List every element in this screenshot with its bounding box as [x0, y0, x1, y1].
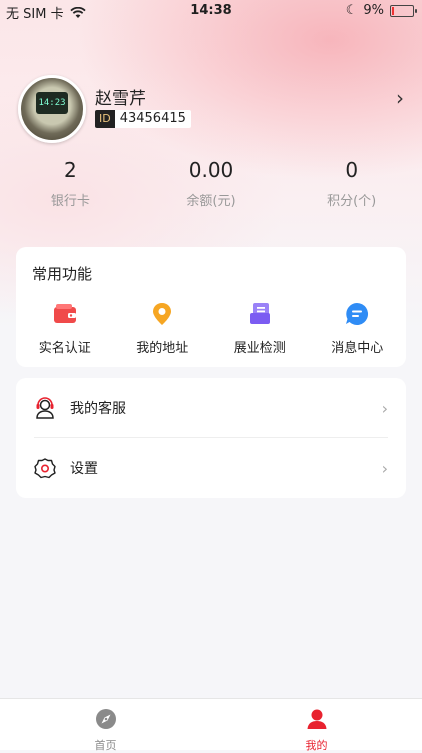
chevron-right-icon: ›	[381, 398, 388, 418]
common-functions-title: 常用功能	[32, 265, 93, 283]
func-real-name-auth[interactable]: 实名认证	[16, 301, 114, 356]
func-my-address[interactable]: 我的地址	[114, 301, 212, 356]
avatar-screen-text: 14:23	[36, 92, 68, 114]
battery-percent: 9%	[363, 3, 384, 18]
tab-label: 我的	[305, 739, 328, 752]
stat-value: 0.00	[188, 158, 234, 182]
func-label: 实名认证	[38, 341, 91, 356]
battery-icon	[390, 4, 417, 17]
stat-bank-cards[interactable]: 2 银行卡	[0, 158, 141, 209]
menu-label: 我的客服	[70, 401, 126, 417]
tab-home[interactable]: 首页	[0, 699, 211, 752]
location-pin-icon	[153, 303, 172, 325]
moon-icon: ☾	[345, 3, 358, 18]
stat-points[interactable]: 0 积分(个)	[281, 158, 422, 209]
id-value: 43456415	[114, 110, 191, 128]
stat-label: 银行卡	[50, 194, 90, 209]
menu-divider	[34, 437, 388, 438]
tab-label: 首页	[94, 739, 117, 752]
common-functions-card: 常用功能 实名认证 我的地址 展业检测 消息中心	[16, 247, 406, 367]
user-id-row: ID 43456415	[95, 110, 191, 128]
stat-label: 余额(元)	[186, 194, 236, 209]
func-label: 消息中心	[331, 341, 384, 356]
stat-value: 2	[63, 158, 77, 182]
menu-card: 我的客服 › 设置 ›	[16, 378, 406, 498]
stat-balance[interactable]: 0.00 余额(元)	[141, 158, 282, 209]
avatar[interactable]: 14:23	[18, 75, 86, 143]
menu-item-customer-service[interactable]: 我的客服 ›	[16, 379, 406, 437]
wallet-icon	[53, 304, 76, 323]
chevron-right-icon: ›	[381, 458, 388, 478]
tab-bar: 首页 我的	[0, 698, 422, 752]
status-bar: 无 SIM 卡 14:38 ☾ 9%	[0, 0, 422, 22]
customer-service-icon	[36, 397, 54, 419]
func-message-center[interactable]: 消息中心	[309, 301, 407, 356]
menu-label: 设置	[70, 461, 98, 477]
stat-value: 0	[345, 158, 359, 182]
profile-chevron-right-icon[interactable]: ›	[396, 86, 404, 110]
id-tag: ID	[95, 110, 115, 128]
func-label: 我的地址	[136, 341, 189, 356]
user-name: 赵雪芹	[95, 89, 146, 109]
message-icon	[346, 302, 369, 325]
func-business-check[interactable]: 展业检测	[211, 301, 309, 356]
user-icon	[307, 709, 326, 729]
menu-item-settings[interactable]: 设置 ›	[16, 439, 406, 497]
tab-mine[interactable]: 我的	[211, 699, 422, 752]
stats-row: 2 银行卡 0.00 余额(元) 0 积分(个)	[0, 158, 422, 209]
document-icon	[249, 303, 270, 324]
func-label: 展业检测	[233, 341, 286, 356]
stat-label: 积分(个)	[327, 194, 377, 209]
compass-icon	[95, 709, 116, 729]
gear-icon	[34, 458, 56, 479]
